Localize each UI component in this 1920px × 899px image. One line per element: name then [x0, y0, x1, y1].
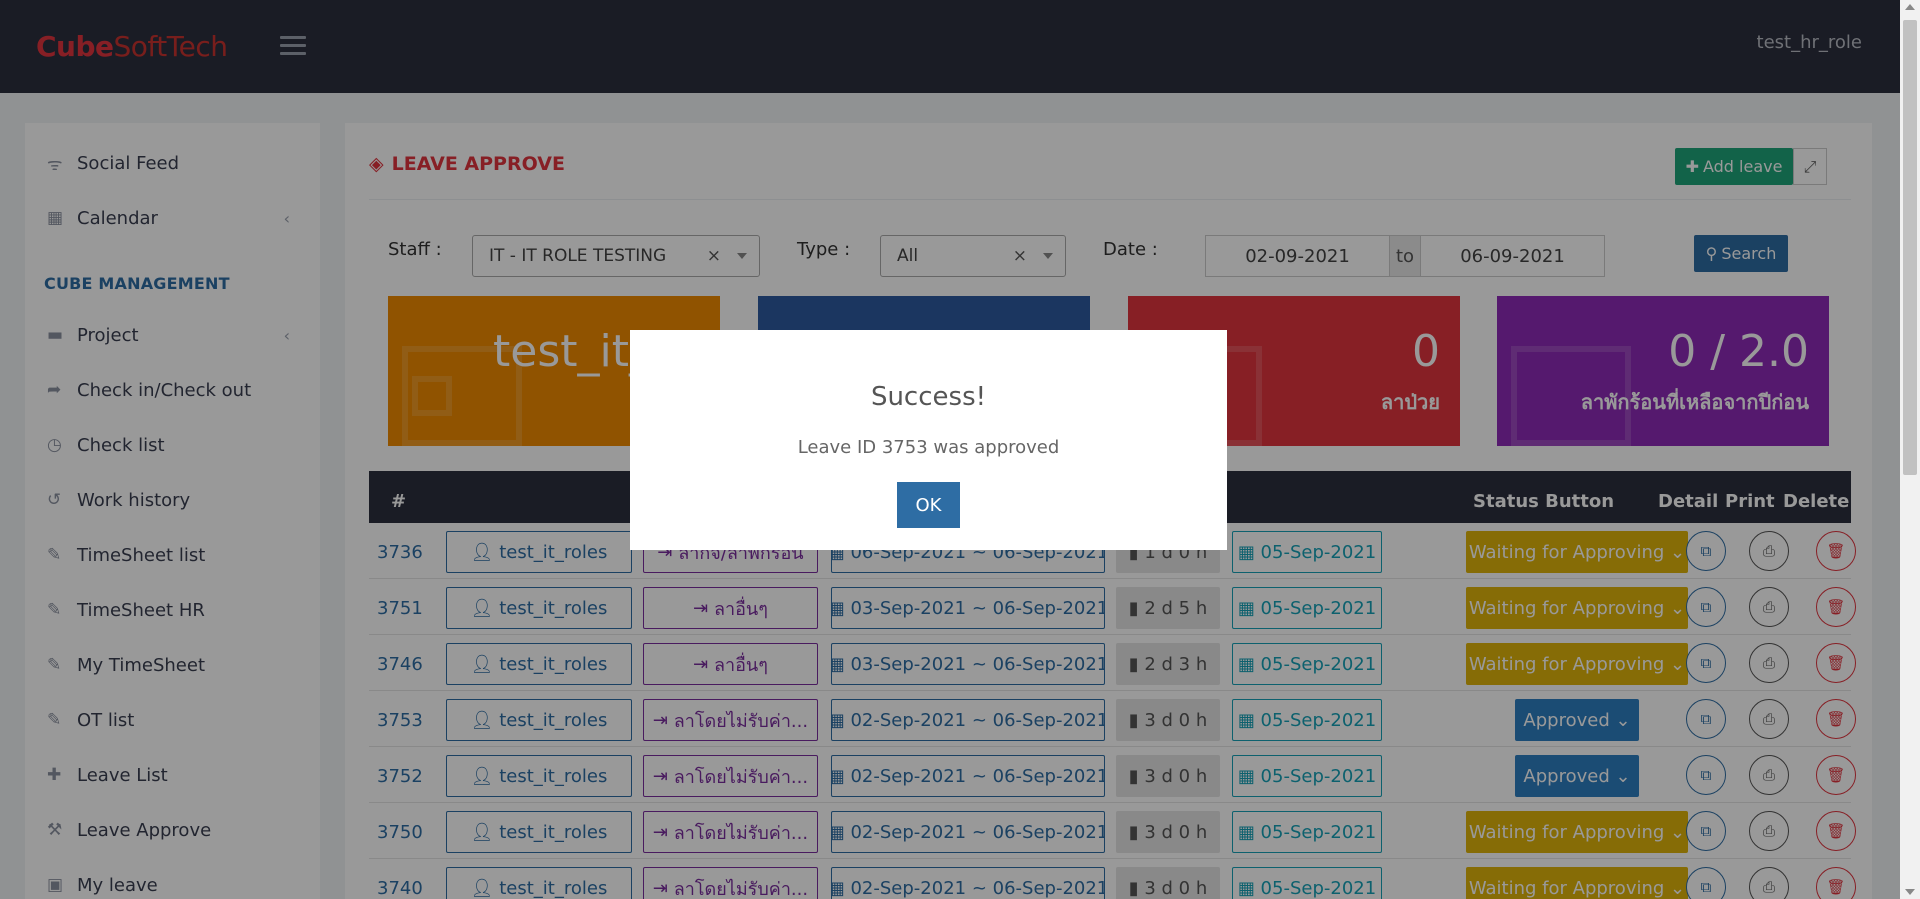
dialog-message: Leave ID 3753 was approved	[797, 437, 1060, 458]
scroll-thumb[interactable]	[1903, 20, 1917, 475]
page-scrollbar[interactable]	[1900, 0, 1920, 899]
success-dialog: Success! Leave ID 3753 was approved OK	[630, 330, 1227, 550]
scroll-up-icon[interactable]	[1905, 4, 1915, 10]
scroll-down-icon[interactable]	[1905, 889, 1915, 895]
dialog-title: Success!	[870, 382, 987, 412]
ok-button[interactable]: OK	[897, 482, 960, 528]
